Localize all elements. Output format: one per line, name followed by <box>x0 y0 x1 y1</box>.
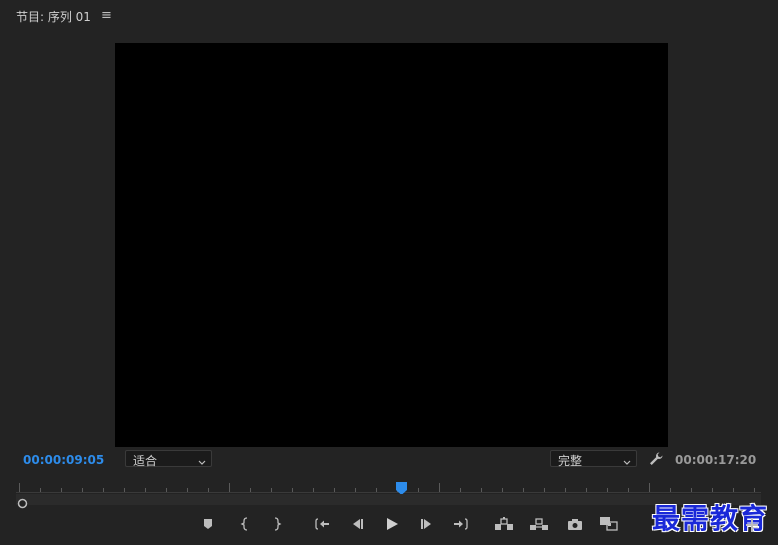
play-icon <box>385 517 399 531</box>
ruler-tick <box>376 488 377 492</box>
ruler-tick <box>523 488 524 492</box>
zoom-scrollbar-track[interactable] <box>16 494 761 505</box>
ruler-tick <box>313 488 314 492</box>
ruler-tick <box>124 488 125 492</box>
button-editor-icon[interactable] <box>746 517 758 536</box>
marker-icon <box>202 518 214 530</box>
ruler-tick <box>691 488 692 492</box>
panel-title[interactable]: 节目: 序列 01 <box>16 8 91 25</box>
hamburger-menu-icon[interactable]: ≡ <box>101 8 112 23</box>
export-frame-button[interactable] <box>564 513 586 535</box>
ruler-tick <box>334 488 335 492</box>
mark-out-icon <box>271 517 283 531</box>
ruler-tick <box>40 488 41 492</box>
go-to-in-icon <box>314 517 330 531</box>
ruler-tick <box>187 488 188 492</box>
zoom-level-value: 适合 <box>133 454 158 468</box>
ruler-tick <box>565 488 566 492</box>
wrench-settings-icon[interactable] <box>648 451 664 471</box>
ruler-tick <box>418 488 419 492</box>
ruler-tick <box>166 488 167 492</box>
duration-timecode: 00:00:17:20 <box>675 453 757 467</box>
ruler-tick <box>502 488 503 492</box>
ruler-tick <box>460 488 461 492</box>
ruler-tick <box>544 488 545 492</box>
mark-in-button[interactable] <box>234 513 256 535</box>
camera-icon <box>567 518 583 531</box>
ruler-tick <box>82 488 83 492</box>
time-ruler[interactable] <box>16 480 761 494</box>
add-marker-button[interactable] <box>197 513 219 535</box>
ruler-tick <box>145 488 146 492</box>
ruler-tick <box>733 488 734 492</box>
ruler-tick <box>103 488 104 492</box>
panel-title-bar: 节目: 序列 01 ≡ <box>0 0 778 32</box>
ruler-baseline <box>16 492 761 493</box>
step-forward-button[interactable] <box>416 513 438 535</box>
ruler-tick <box>271 488 272 492</box>
ruler-tick <box>61 488 62 492</box>
current-timecode[interactable]: 00:00:09:05 <box>23 453 104 467</box>
ruler-tick <box>355 488 356 492</box>
ruler-tick <box>670 488 671 492</box>
ruler-tick <box>229 483 230 492</box>
step-back-icon <box>350 518 364 530</box>
ruler-tick <box>439 483 440 492</box>
ruler-tick <box>208 488 209 492</box>
step-forward-icon <box>420 518 434 530</box>
lift-icon <box>494 517 514 531</box>
chevron-down-icon <box>623 455 631 469</box>
go-to-in-button[interactable] <box>311 513 333 535</box>
compare-view-button[interactable] <box>598 513 620 535</box>
ruler-tick <box>607 488 608 492</box>
zoom-scrollbar-handle[interactable] <box>17 494 28 509</box>
ruler-tick <box>19 483 20 492</box>
mark-out-button[interactable] <box>266 513 288 535</box>
lift-button[interactable] <box>493 513 515 535</box>
mark-in-icon <box>239 517 251 531</box>
playback-resolution-value: 完整 <box>558 454 583 468</box>
ruler-tick <box>649 483 650 492</box>
ruler-tick <box>586 488 587 492</box>
ruler-tick <box>628 488 629 492</box>
go-to-out-icon <box>453 517 469 531</box>
step-back-button[interactable] <box>346 513 368 535</box>
video-preview <box>115 43 668 447</box>
compare-icon <box>599 516 619 532</box>
go-to-out-button[interactable] <box>450 513 472 535</box>
chevron-down-icon <box>198 455 206 469</box>
ruler-tick <box>712 488 713 492</box>
extract-icon <box>529 517 549 531</box>
play-button[interactable] <box>381 513 403 535</box>
program-monitor-panel: 节目: 序列 01 ≡ 00:00:09:05 适合 完整 00:00:17:2… <box>0 0 778 545</box>
ruler-tick <box>250 488 251 492</box>
ruler-tick <box>292 488 293 492</box>
ruler-tick <box>481 488 482 492</box>
extract-button[interactable] <box>528 513 550 535</box>
ruler-tick <box>754 488 755 492</box>
zoom-level-select[interactable]: 适合 <box>125 450 212 469</box>
playback-resolution-select[interactable]: 完整 <box>550 450 637 469</box>
